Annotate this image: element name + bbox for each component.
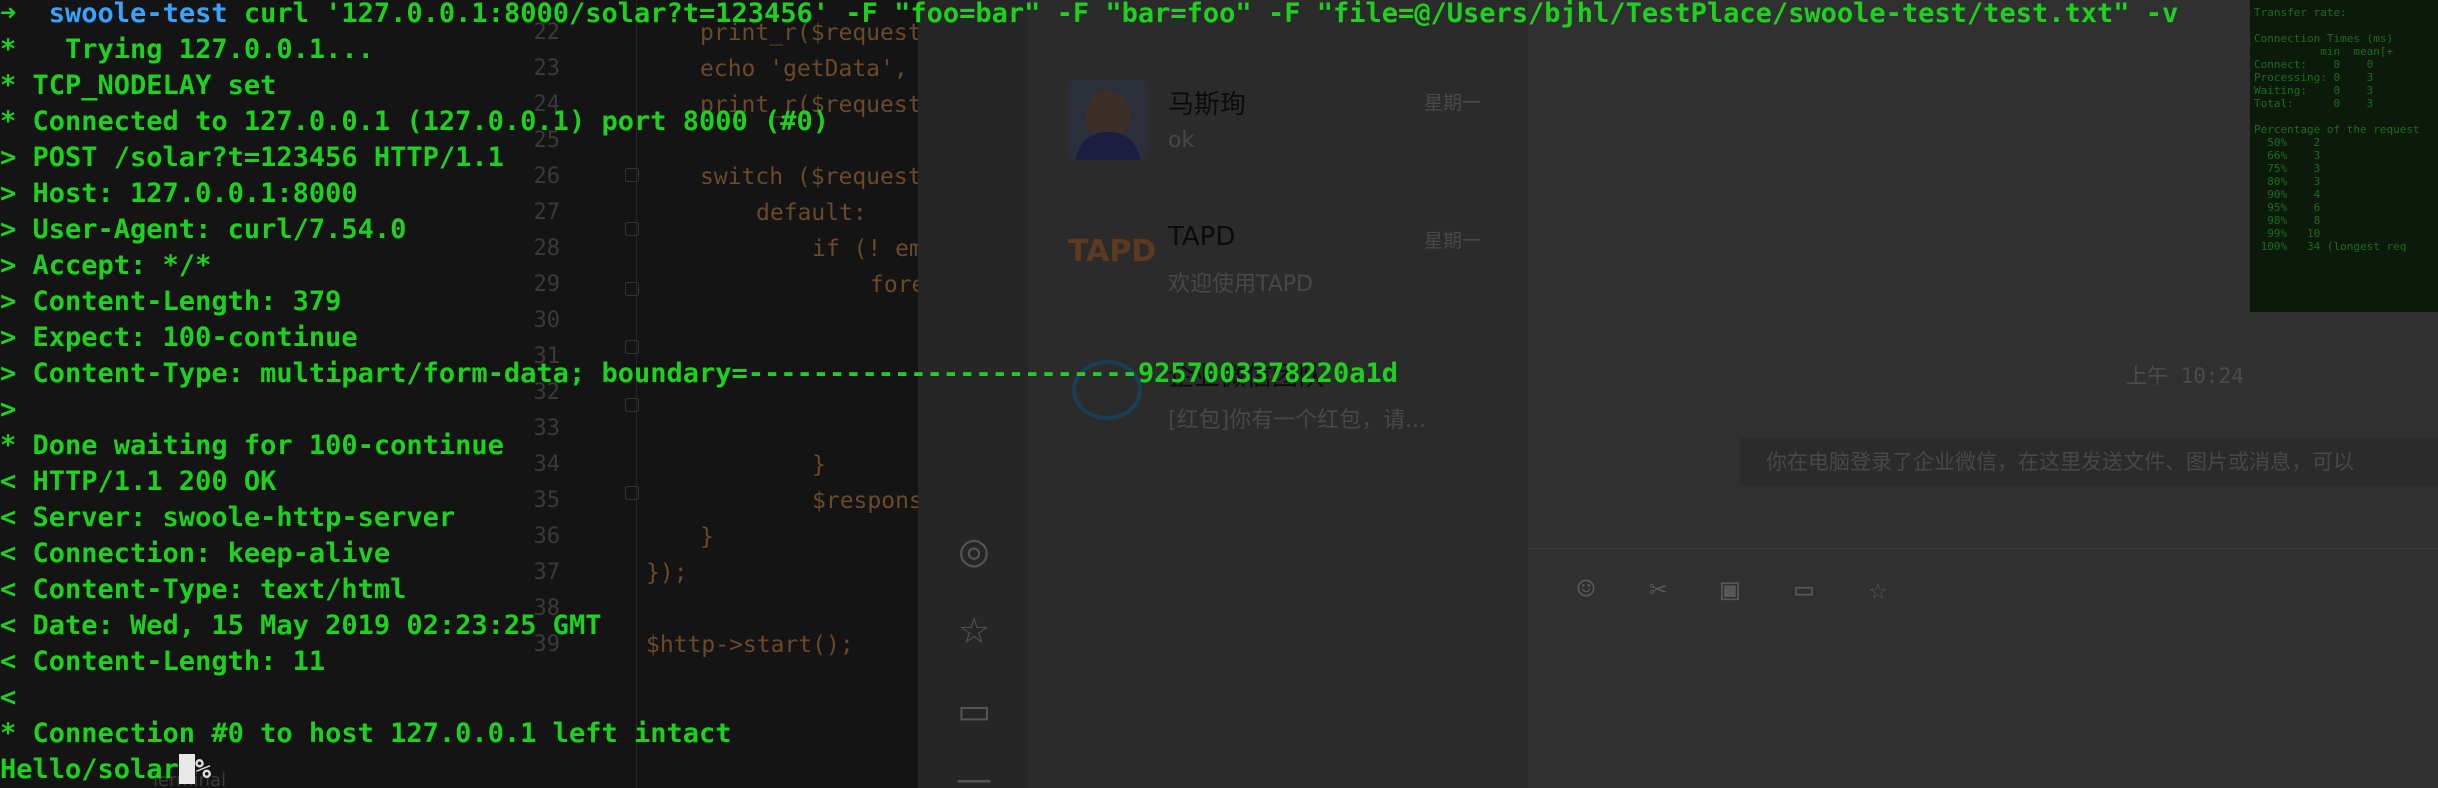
line-number: 31: [533, 344, 561, 369]
conversation-day: 星期一: [1424, 92, 1482, 114]
code-line: $respons: [812, 488, 920, 514]
avatar: [1068, 80, 1148, 160]
line-number: 26: [533, 164, 561, 189]
conversation-name: 马斯珣: [1168, 90, 1247, 120]
fold-marker[interactable]: [625, 282, 639, 296]
conversation-day: 星期一: [1424, 230, 1482, 252]
star-icon[interactable]: ☆: [1860, 572, 1896, 608]
tapd-logo: TAPD: [1068, 234, 1157, 269]
line-number: 36: [533, 524, 561, 549]
benchmark-terminal: Transfer rate: Connection Times (ms) min…: [2250, 0, 2438, 312]
conversation-name: 企业微信团队: [1168, 362, 1325, 392]
wecom-logo: [1072, 360, 1142, 420]
code-editor-background: 22 23 24 25 26 27 28 29 30 31 32 33 34 35 36 37 38 39 pri…: [0, 0, 920, 788]
code-line: print_r($request: [700, 92, 920, 118]
star-icon[interactable]: ☆: [954, 612, 994, 652]
chat-nav-rail: ◎ ☆ ▭ —: [918, 0, 1028, 788]
line-number: 35: [533, 488, 561, 513]
line-number: 22: [533, 20, 561, 45]
code-line: default:: [756, 200, 867, 226]
line-number: 39: [533, 632, 561, 657]
line-number: 37: [533, 560, 561, 585]
folder-icon[interactable]: ▭: [1786, 572, 1822, 608]
conversation-name: TAPD: [1168, 222, 1236, 252]
fold-marker[interactable]: [625, 340, 639, 354]
editor-fold-guide: [636, 0, 637, 788]
code-line: if (! em: [812, 236, 920, 262]
more-icon[interactable]: —: [954, 760, 994, 788]
scissors-icon[interactable]: ✂: [1640, 572, 1676, 608]
line-number: 29: [533, 272, 561, 297]
code-line: fore: [870, 272, 920, 298]
message-time: 上午 10:24: [2126, 364, 2244, 388]
line-number: 23: [533, 56, 561, 81]
code-line: }: [812, 452, 826, 478]
conversation-preview: [红包]你有一个红包，请...: [1168, 408, 1427, 433]
code-line: $http->start();: [646, 632, 854, 658]
check-circle-icon[interactable]: ◎: [954, 532, 994, 572]
fold-marker[interactable]: [625, 222, 639, 236]
line-number: 27: [533, 200, 561, 225]
fold-marker[interactable]: [625, 398, 639, 412]
code-line: print_r($request: [700, 20, 920, 46]
code-line: }: [700, 524, 714, 550]
comment-icon[interactable]: ▭: [954, 692, 994, 732]
code-line: });: [646, 560, 688, 586]
line-number: 28: [533, 236, 561, 261]
code-line: echo 'getData',: [700, 56, 908, 82]
editor-status-label: Terminal: [150, 770, 227, 788]
system-message: 你在电脑登录了企业微信，在这里发送文件、图片或消息，可以: [1740, 438, 2438, 486]
composer-divider: [1528, 548, 2438, 549]
line-number: 24: [533, 92, 561, 117]
fold-marker[interactable]: [625, 486, 639, 500]
emoji-icon[interactable]: ☺: [1568, 572, 1604, 608]
line-number: 32: [533, 380, 561, 405]
image-icon[interactable]: ▣: [1712, 572, 1748, 608]
line-number: 33: [533, 416, 561, 441]
line-number: 38: [533, 596, 561, 621]
conversation-preview: ok: [1168, 128, 1195, 153]
line-number: 34: [533, 452, 561, 477]
conversation-preview: 欢迎使用TAPD: [1168, 272, 1313, 297]
code-line: switch ($request: [700, 164, 920, 190]
line-number: 30: [533, 308, 561, 333]
fold-marker[interactable]: [625, 168, 639, 182]
line-number: 25: [533, 128, 561, 153]
